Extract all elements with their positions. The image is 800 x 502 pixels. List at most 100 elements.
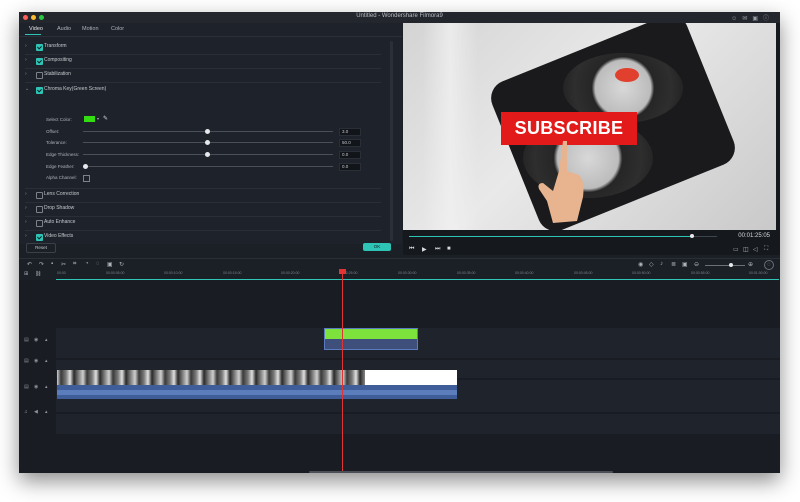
lock-icon[interactable]: ▴ xyxy=(45,337,48,343)
chevron-right-icon[interactable]: › xyxy=(25,57,27,63)
section-compositing[interactable]: › Compositing xyxy=(25,56,381,66)
chevron-right-icon[interactable]: › xyxy=(25,233,27,239)
snapshot-timeline-icon[interactable]: ▣ xyxy=(682,261,688,268)
transform-checkbox[interactable] xyxy=(36,44,43,51)
display-icon[interactable]: ▭ xyxy=(733,246,739,253)
ok-button[interactable]: OK xyxy=(363,243,391,251)
edge-feather-slider-knob[interactable] xyxy=(83,164,88,169)
delete-icon[interactable]: ▪ xyxy=(51,261,53,267)
lens-correction-checkbox[interactable] xyxy=(36,192,43,199)
editor-tabs: Video Audio Motion Color xyxy=(19,23,402,37)
account-icon[interactable]: ☺ xyxy=(731,16,742,22)
offset-slider[interactable] xyxy=(83,129,333,134)
chevron-right-icon[interactable]: › xyxy=(25,219,27,225)
cart-icon[interactable]: ✉ xyxy=(742,16,752,22)
tab-motion[interactable]: Motion xyxy=(82,26,99,32)
info-icon[interactable]: ⓘ xyxy=(763,16,774,22)
eye-icon[interactable]: ◉ xyxy=(34,384,38,390)
timeline-scrollbar[interactable] xyxy=(309,471,613,473)
tolerance-slider[interactable] xyxy=(83,140,333,145)
next-frame-icon[interactable]: ⏭ xyxy=(435,246,440,253)
zoom-slider-knob[interactable] xyxy=(729,263,733,267)
play-icon[interactable]: ▶ xyxy=(422,246,427,253)
eye-icon[interactable]: ◉ xyxy=(34,358,38,364)
lock-icon[interactable]: ▴ xyxy=(45,384,48,390)
video-effects-checkbox[interactable] xyxy=(36,234,43,241)
chevron-down-icon[interactable]: ⌄ xyxy=(25,86,29,92)
ruler-tick: 00:00:45:00 xyxy=(574,271,593,275)
edge-feather-slider[interactable] xyxy=(83,164,333,169)
edge-thickness-slider[interactable] xyxy=(83,152,333,157)
auto-enhance-checkbox[interactable] xyxy=(36,220,43,227)
playback-progress[interactable] xyxy=(409,234,717,238)
link-icon[interactable]: ⛓ xyxy=(35,271,41,277)
marker-icon[interactable]: ◇ xyxy=(649,261,654,268)
chevron-right-icon[interactable]: › xyxy=(25,71,27,77)
microphone-icon[interactable]: ♪ xyxy=(660,261,663,267)
offset-slider-knob[interactable] xyxy=(205,129,210,134)
edge-thickness-slider-knob[interactable] xyxy=(205,152,210,157)
redo-icon[interactable]: ↷ xyxy=(39,261,44,268)
edge-thickness-value[interactable]: 0.0 xyxy=(339,151,361,159)
cut-icon[interactable]: ✂ xyxy=(61,261,66,268)
tab-video[interactable]: Video xyxy=(29,26,43,32)
fit-timeline-icon[interactable]: ◌ xyxy=(764,260,774,270)
tolerance-label: Tolerance: xyxy=(46,140,67,145)
add-track-icon[interactable]: ⊞ xyxy=(24,271,28,277)
main-video-clip[interactable] xyxy=(57,370,457,399)
chevron-right-icon[interactable]: › xyxy=(25,205,27,211)
reset-button[interactable]: Reset xyxy=(26,243,56,253)
lock-icon[interactable]: ▴ xyxy=(45,358,48,364)
tolerance-slider-knob[interactable] xyxy=(205,140,210,145)
color-dropdown-icon[interactable]: ▾ xyxy=(97,116,99,121)
speaker-icon[interactable]: ◀ xyxy=(34,409,38,415)
edge-feather-value[interactable]: 0.0 xyxy=(339,163,361,171)
fullscreen-icon[interactable]: ⛶ xyxy=(764,246,768,253)
color-icon[interactable]: ◌ xyxy=(96,261,100,267)
speed-icon[interactable]: ◔ xyxy=(85,261,89,267)
reset-clip-icon[interactable]: ↻ xyxy=(119,261,124,268)
section-drop-shadow[interactable]: › Drop Shadow xyxy=(25,204,381,214)
previous-frame-icon[interactable]: ⏮ xyxy=(409,246,414,253)
green-screen-clip[interactable] xyxy=(324,328,418,350)
chevron-right-icon[interactable]: › xyxy=(25,191,27,197)
ruler-tick: 00:00:55:00 xyxy=(691,271,710,275)
track-row xyxy=(56,414,780,434)
zoom-out-icon[interactable]: ⊖ xyxy=(694,261,699,268)
tab-audio[interactable]: Audio xyxy=(57,26,71,32)
section-auto-enhance[interactable]: › Auto Enhance xyxy=(25,218,381,228)
zoom-in-icon[interactable]: ⊕ xyxy=(748,261,753,268)
eyedropper-icon[interactable]: ✎ xyxy=(103,115,108,122)
video-preview[interactable]: SUBSCRIBE xyxy=(403,23,776,230)
compositing-checkbox[interactable] xyxy=(36,58,43,65)
section-transform[interactable]: › Transform xyxy=(25,42,381,52)
playhead[interactable] xyxy=(342,269,343,473)
drop-shadow-checkbox[interactable] xyxy=(36,206,43,213)
crop-icon[interactable]: ⌗ xyxy=(73,261,76,268)
eye-icon[interactable]: ◉ xyxy=(34,337,38,343)
progress-knob[interactable] xyxy=(690,234,695,238)
section-video-effects[interactable]: › Video Effects xyxy=(25,232,381,242)
volume-icon[interactable]: ◁ xyxy=(753,246,758,253)
section-stabilization[interactable]: › Stabilization xyxy=(25,70,381,80)
undo-icon[interactable]: ↶ xyxy=(27,261,32,268)
snapshot-icon[interactable]: ◫ xyxy=(743,246,749,253)
offset-value[interactable]: 3.0 xyxy=(339,128,361,136)
chroma-key-checkbox[interactable] xyxy=(36,87,43,94)
tolerance-value[interactable]: 50.0 xyxy=(339,139,361,147)
select-color-swatch[interactable] xyxy=(84,116,95,122)
stop-icon[interactable]: ■ xyxy=(447,246,451,252)
save-icon[interactable]: ▣ xyxy=(752,16,763,22)
tab-color[interactable]: Color xyxy=(111,26,124,32)
section-lens-correction[interactable]: › Lens Correction xyxy=(25,190,381,200)
lock-icon[interactable]: ▴ xyxy=(45,409,48,415)
stabilization-checkbox[interactable] xyxy=(36,72,43,79)
render-icon[interactable]: ◉ xyxy=(638,261,643,268)
chevron-right-icon[interactable]: › xyxy=(25,43,27,49)
audio-mixer-icon[interactable]: ≣ xyxy=(671,261,676,268)
green-screen-icon[interactable]: ▣ xyxy=(107,261,113,268)
zoom-slider[interactable] xyxy=(705,263,745,267)
editor-scrollbar[interactable] xyxy=(390,41,393,241)
alpha-channel-checkbox[interactable] xyxy=(83,175,90,182)
section-chroma-key[interactable]: ⌄ Chroma Key(Green Screen) xyxy=(25,85,381,95)
